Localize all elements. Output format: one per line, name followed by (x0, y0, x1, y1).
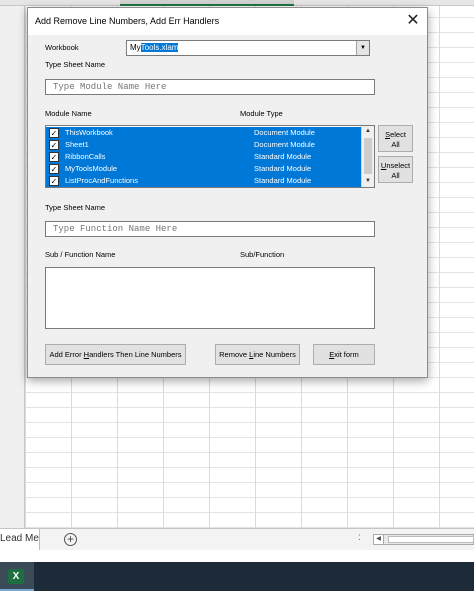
sheet-tab[interactable]: Lead Me (0, 529, 40, 550)
status-bar-area (0, 550, 474, 562)
close-button[interactable]: ✕ (399, 8, 427, 35)
list-item[interactable]: ✓ MyToolsModule Standard Module (46, 163, 362, 175)
checkbox[interactable]: ✓ (49, 152, 59, 162)
module-type: Standard Module (254, 176, 312, 185)
module-type: Document Module (254, 140, 315, 149)
selection-indicator (120, 4, 294, 6)
scroll-up-icon[interactable]: ▲ (362, 126, 374, 137)
tab-splitter-handle[interactable]: : (358, 532, 362, 543)
sheet-name-label-2: Type Sheet Name (45, 203, 106, 212)
remove-line-numbers-button[interactable]: Remove Line Numbers (215, 344, 300, 365)
module-type: Standard Module (254, 152, 312, 161)
module-type: Document Module (254, 128, 315, 137)
checkbox[interactable]: ✓ (49, 128, 59, 138)
module-name: ListProcAndFunctions (65, 176, 138, 185)
chevron-down-icon[interactable]: ▼ (356, 41, 369, 55)
taskbar-excel-button[interactable]: X (0, 562, 34, 591)
checkbox[interactable]: ✓ (49, 164, 59, 174)
row-header-strip (0, 6, 25, 528)
workbook-combobox[interactable]: MyTools.xlam ▼ (126, 40, 370, 56)
scroll-thumb[interactable] (388, 536, 474, 543)
list-item[interactable]: ✓ RibbonCalls Standard Module (46, 151, 362, 163)
scroll-left-icon[interactable]: ◀ (374, 535, 384, 544)
scroll-thumb[interactable] (364, 138, 372, 174)
select-all-button[interactable]: Select All (378, 125, 413, 152)
list-item[interactable]: ✓ Sheet1 Document Module (46, 139, 362, 151)
list-item[interactable]: ✓ ListProcAndFunctions Standard Module (46, 175, 362, 187)
windows-taskbar: X (0, 562, 474, 591)
module-name-input[interactable] (46, 80, 374, 94)
module-name-header: Module Name (45, 109, 92, 118)
dialog-titlebar[interactable]: Add Remove Line Numbers, Add Err Handler… (28, 8, 427, 35)
checkbox[interactable]: ✓ (49, 140, 59, 150)
dialog-title: Add Remove Line Numbers, Add Err Handler… (35, 16, 220, 26)
module-listbox[interactable]: ✓ ThisWorkbook Document Module ✓ Sheet1 … (45, 125, 375, 188)
list-item[interactable]: ✓ ThisWorkbook Document Module (46, 127, 362, 139)
function-name-field[interactable] (45, 221, 375, 237)
module-name: ThisWorkbook (65, 128, 113, 137)
add-sheet-icon[interactable]: + (64, 533, 77, 546)
excel-icon: X (8, 569, 24, 584)
exit-form-button[interactable]: Exit form (313, 344, 375, 365)
module-name: RibbonCalls (65, 152, 106, 161)
unselect-all-button[interactable]: Unselect All (378, 156, 413, 183)
workbook-label: Workbook (45, 43, 79, 52)
module-name: Sheet1 (65, 140, 89, 149)
userform-dialog: Add Remove Line Numbers, Add Err Handler… (27, 7, 428, 378)
sheet-name-label: Type Sheet Name (45, 60, 106, 69)
workbook-value: MyTools.xlam (130, 43, 179, 52)
horizontal-scrollbar[interactable]: ◀ (373, 534, 474, 545)
function-name-header: Sub / Function Name (45, 250, 116, 259)
column-header-strip (0, 0, 474, 6)
function-listbox[interactable] (45, 267, 375, 329)
checkbox[interactable]: ✓ (49, 176, 59, 186)
module-name: MyToolsModule (65, 164, 118, 173)
sheet-tab-bar: Lead Me + : ◀ (0, 528, 474, 550)
function-type-header: Sub/Function (240, 250, 285, 259)
module-type: Standard Module (254, 164, 312, 173)
module-name-field[interactable] (45, 79, 375, 95)
add-handlers-button[interactable]: Add Error Handlers Then Line Numbers (45, 344, 186, 365)
scroll-down-icon[interactable]: ▼ (362, 176, 374, 187)
function-name-input[interactable] (46, 222, 374, 236)
module-type-header: Module Type (240, 109, 283, 118)
listbox-scrollbar[interactable]: ▲ ▼ (361, 126, 374, 187)
